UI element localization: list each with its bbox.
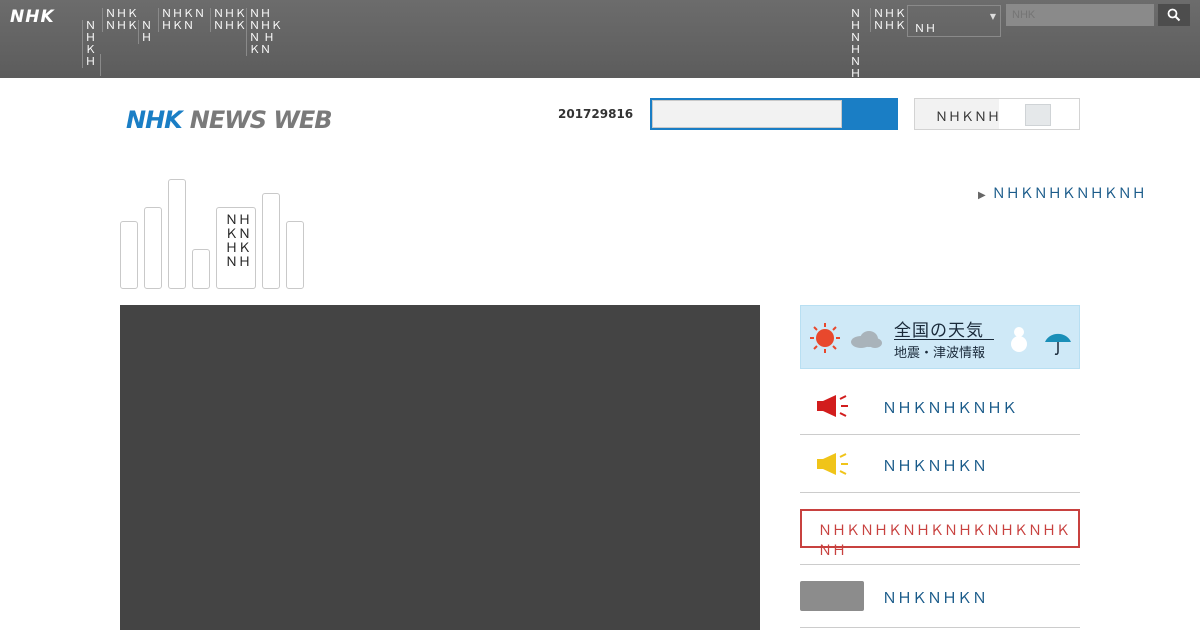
right-nav-item[interactable]: ＮＨＫ ＮＨＫ <box>870 8 906 32</box>
news-web-logo[interactable]: NHK NEWS WEB <box>126 106 333 134</box>
side-link-label: ＮＨＫＮＨＫＮ <box>882 589 988 607</box>
video-player[interactable] <box>120 305 760 630</box>
global-nav-item[interactable]: ＮＨ ＫＨ <box>82 20 102 68</box>
megaphone-yellow-icon <box>817 453 848 475</box>
bar-decoration <box>120 221 138 289</box>
global-nav-item[interactable]: ＮＨＫ ＮＨＫ <box>210 8 246 32</box>
weather-subtitle: 地震・津波情報 <box>894 346 986 361</box>
side-link-label: ＮＨＫＮＨＫＮＨＫ <box>882 399 1018 417</box>
snowman-icon <box>1011 327 1027 352</box>
bar-label[interactable]: ＮＨＫＮＨＫＮＨ <box>216 207 256 289</box>
divider <box>894 339 994 340</box>
divider <box>800 627 1080 628</box>
notice-link[interactable]: ▶ ＮＨＫＮＨＫＮＨＫＮＨ <box>978 183 1146 203</box>
bar-decoration <box>192 249 210 289</box>
news-search-button[interactable] <box>842 100 896 128</box>
weather-title: 全国の天気 <box>894 321 984 341</box>
logo-nhk: NHK <box>126 106 183 134</box>
global-header: NHK ＮＨ ＫＨ ＮＨＫ ＮＨＫ ＮＨ ＮＨＫＮ ＨＫＮ ＮＨＫ ＮＨＫ ＮＨ… <box>0 0 1200 80</box>
bar-decoration <box>286 221 304 289</box>
umbrella-icon <box>1045 333 1071 355</box>
chevron-down-icon: ▼ <box>989 12 996 21</box>
display-settings: ＮＨＫＮＨＫ <box>914 98 1080 130</box>
news-search-input[interactable] <box>652 100 842 128</box>
bar-decoration <box>144 207 162 289</box>
global-nav-item[interactable]: ＮＨＫ ＮＨＫ <box>102 8 138 32</box>
triangle-right-icon: ▶ <box>978 190 986 201</box>
side-link-label: ＮＨＫＮＨＫＮ <box>882 457 988 475</box>
news-search <box>650 98 898 130</box>
cloud-icon <box>851 331 882 348</box>
thumbnail <box>800 581 864 611</box>
alert-link[interactable]: ＮＨＫＮＨＫＮＨＫＮＨＫＮＨＫＮＨＫＮＨ <box>800 509 1080 559</box>
global-nav-item[interactable]: ＮＨ ＮＨＫＮ ＨＫＮ <box>246 8 282 56</box>
side-link-emergency[interactable]: ＮＨＫＮＨＫＮＨＫ <box>800 377 1080 435</box>
sun-icon <box>810 323 840 353</box>
bar-decoration <box>262 193 280 289</box>
notice-link-label: ＮＨＫＮＨＫＮＨＫＮＨ <box>991 186 1146 202</box>
site-search-button[interactable] <box>1158 4 1190 26</box>
bar-decoration <box>168 179 186 289</box>
divider <box>800 564 1080 565</box>
global-nav-item[interactable]: ＮＨＫＮ ＨＫＮ <box>158 8 208 32</box>
region-select[interactable]: ＮＨ ▼ <box>907 5 1001 37</box>
weather-banner[interactable]: 全国の天気 地震・津波情報 <box>800 305 1080 369</box>
global-nav-item[interactable]: ＮＨ <box>138 20 158 44</box>
logo-news-web: NEWS WEB <box>189 106 333 134</box>
side-link-warning[interactable]: ＮＨＫＮＨＫＮ <box>800 435 1080 493</box>
nhk-logo[interactable]: NHK <box>10 7 55 27</box>
megaphone-red-icon <box>817 395 848 417</box>
divider <box>100 54 101 76</box>
region-select-value: ＮＨ <box>914 22 936 35</box>
display-toggle[interactable] <box>1025 104 1051 126</box>
search-icon <box>1167 8 1181 22</box>
right-nav-item[interactable]: ＮＨ ＮＨ ＮＨ <box>850 8 868 80</box>
site-search-input[interactable] <box>1006 4 1154 26</box>
date-text: 201729816 <box>558 107 634 121</box>
